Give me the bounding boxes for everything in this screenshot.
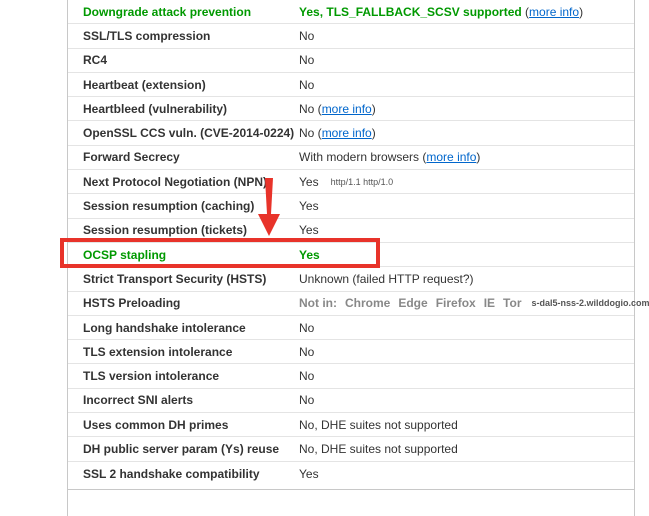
table-row: SSL 2 handshake compatibility Yes: [68, 462, 634, 486]
more-info-link[interactable]: more info: [426, 150, 476, 164]
row-value: Yes: [299, 247, 320, 262]
table-row: HSTS Preloading Not in: Chrome Edge Fire…: [68, 292, 649, 316]
table-row: DH public server param (Ys) reuse No, DH…: [68, 437, 634, 462]
row-label: Strict Transport Security (HSTS): [83, 271, 267, 286]
row-value: Unknown (failed HTTP request?): [299, 271, 474, 286]
ssl-results-panel: Downgrade attack prevention Yes, TLS_FAL…: [67, 0, 649, 516]
table-row: Next Protocol Negotiation (NPN) Yes http…: [68, 170, 634, 195]
row-value: No (more info): [299, 122, 376, 145]
paren-open: (: [314, 126, 322, 141]
row-value-text: No: [299, 126, 315, 141]
row-label: SSL/TLS compression: [83, 28, 211, 43]
table-row: SSL/TLS compression No: [68, 24, 634, 49]
table-row: Forward Secrecy With modern browsers (mo…: [68, 146, 634, 171]
row-value: No: [299, 77, 315, 92]
more-info-link[interactable]: more info: [529, 5, 579, 19]
more-info-link[interactable]: more info: [322, 126, 372, 140]
row-value: Not in: Chrome Edge Firefox IE Tor s-dal…: [299, 292, 649, 315]
table-row: Incorrect SNI alerts No: [68, 389, 634, 414]
row-label: HSTS Preloading: [83, 296, 181, 311]
table-row: Heartbleed (vulnerability) No (more info…: [68, 97, 634, 122]
row-value-text: With modern browsers: [299, 150, 420, 165]
table-row: Session resumption (caching) Yes: [68, 194, 634, 219]
row-label: Downgrade attack prevention: [83, 4, 252, 19]
paren-close: ): [579, 4, 584, 19]
table-row: Downgrade attack prevention Yes, TLS_FAL…: [68, 0, 634, 25]
row-label: Heartbeat (extension): [83, 77, 206, 92]
paren-close: ): [476, 150, 481, 165]
npn-protocols: http/1.1 http/1.0: [330, 176, 394, 187]
browser-tor: Tor: [503, 296, 522, 311]
row-value: Yes: [299, 199, 319, 214]
paren-open: (: [419, 150, 427, 165]
paren-open: (: [521, 4, 530, 19]
not-in-label: Not in:: [299, 296, 337, 311]
row-label: DH public server param (Ys) reuse: [83, 442, 280, 457]
row-value: No: [299, 53, 315, 68]
row-value: Yes: [299, 223, 319, 238]
table-row-ocsp-stapling: OCSP stapling Yes: [68, 243, 634, 268]
row-value: No (more info): [299, 97, 376, 120]
table-row: RC4 No: [68, 49, 634, 73]
row-value: Yes: [299, 466, 319, 481]
row-label: TLS extension intolerance: [83, 344, 233, 359]
browser-chrome: Chrome: [345, 296, 391, 311]
paren-close: ): [371, 126, 376, 141]
table-row: TLS extension intolerance No: [68, 340, 634, 365]
row-value: No, DHE suites not supported: [299, 417, 458, 432]
row-label: Session resumption (caching): [83, 199, 255, 214]
table-bottom-border: [68, 489, 634, 490]
hsts-hostname: s-dal5-nss-2.wilddogio.com: [531, 298, 649, 309]
table-row: Heartbeat (extension) No: [68, 73, 634, 98]
row-label: Incorrect SNI alerts: [83, 393, 194, 408]
browser-ie: IE: [483, 296, 496, 311]
row-value: No, DHE suites not supported: [299, 442, 458, 457]
row-value: No: [299, 344, 315, 359]
table-row: Uses common DH primes No, DHE suites not…: [68, 413, 634, 438]
table-row: Session resumption (tickets) Yes: [68, 219, 634, 243]
row-value-text: No: [299, 101, 315, 116]
paren-close: ): [371, 101, 376, 116]
row-label: Session resumption (tickets): [83, 223, 248, 238]
row-value-text: Yes: [299, 174, 319, 189]
row-label: Uses common DH primes: [83, 417, 229, 432]
more-info-link[interactable]: more info: [322, 102, 372, 116]
table-row: Long handshake intolerance No: [68, 316, 634, 341]
table-row: Strict Transport Security (HSTS) Unknown…: [68, 267, 634, 292]
row-value: No: [299, 28, 315, 43]
row-label: RC4: [83, 53, 108, 68]
row-value: No: [299, 320, 315, 335]
paren-open: (: [314, 101, 322, 116]
row-value: With modern browsers (more info): [299, 146, 480, 169]
row-label: OCSP stapling: [83, 247, 167, 262]
row-value: No: [299, 393, 315, 408]
browser-edge: Edge: [398, 296, 428, 311]
row-label: Long handshake intolerance: [83, 320, 246, 335]
row-label: Heartbleed (vulnerability): [83, 101, 228, 116]
table-row: TLS version intolerance No: [68, 365, 634, 389]
row-value: Yes, TLS_FALLBACK_SCSV supported (more i…: [299, 0, 583, 23]
row-value: Yes http/1.1 http/1.0: [299, 170, 393, 193]
browser-firefox: Firefox: [435, 296, 476, 311]
row-label: TLS version intolerance: [83, 369, 220, 384]
row-label: SSL 2 handshake compatibility: [83, 466, 260, 481]
row-value-text: Yes, TLS_FALLBACK_SCSV supported: [299, 4, 522, 19]
table-row: OpenSSL CCS vuln. (CVE-2014-0224) No (mo…: [68, 122, 634, 146]
row-label: OpenSSL CCS vuln. (CVE-2014-0224): [83, 126, 295, 141]
row-value: No: [299, 369, 315, 384]
row-label: Next Protocol Negotiation (NPN): [83, 174, 268, 189]
row-label: Forward Secrecy: [83, 150, 180, 165]
